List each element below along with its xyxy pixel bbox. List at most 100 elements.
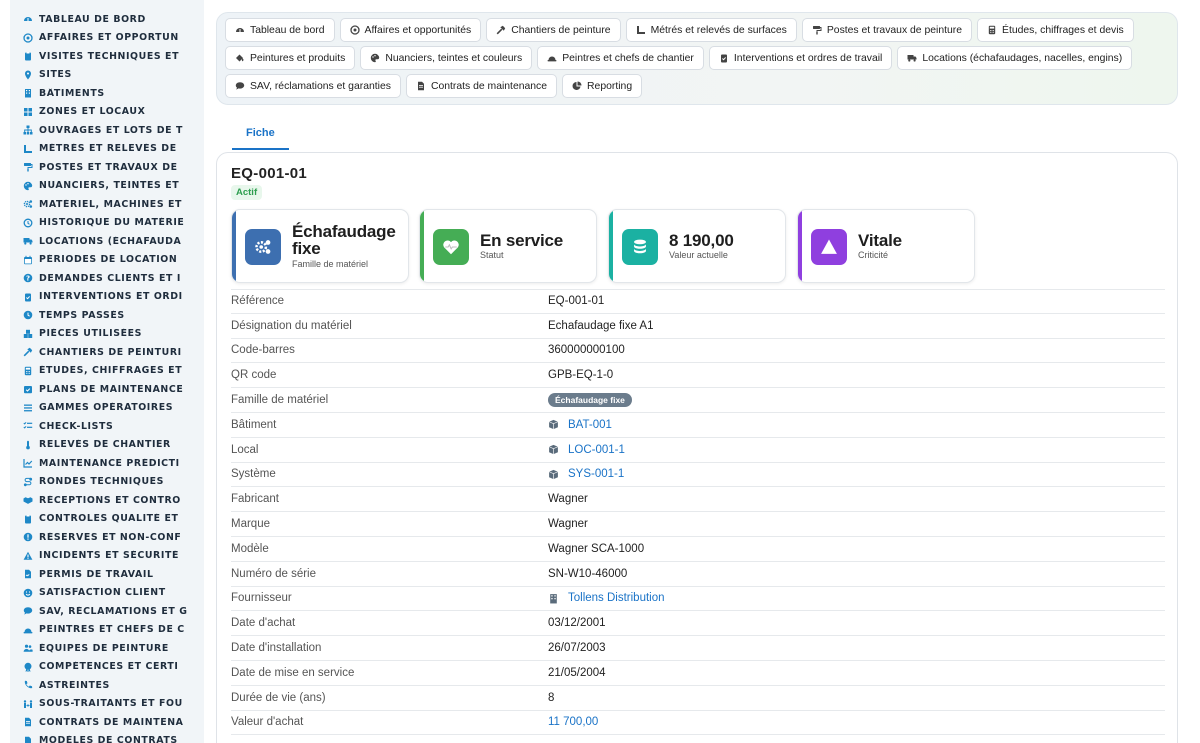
nav-button-postes-et-travaux-de-peinture[interactable]: Postes et travaux de peinture (801, 18, 973, 42)
phone-icon (23, 680, 33, 690)
sidebar-item-affaires-et-opportun[interactable]: AFFAIRES ET OPPORTUN (10, 29, 204, 48)
hammer-icon (496, 25, 511, 35)
field-row-duree-de-vie-ans: Durée de vie (ans) 8 (231, 686, 1165, 711)
sidebar-item-ouvrages-et-lots-de-t[interactable]: OUVRAGES ET LOTS DE T (10, 121, 204, 140)
sidebar-item-maintenance-predicti[interactable]: MAINTENANCE PRÉDICTI (10, 454, 204, 473)
hammer-icon (23, 347, 33, 357)
field-value: Échafaudage fixe (548, 393, 632, 408)
sidebar-item-historique-du-materie[interactable]: HISTORIQUE DU MATÉRIE (10, 214, 204, 233)
nav-button-sav-reclamations-et-garanties[interactable]: SAV, réclamations et garanties (225, 74, 401, 98)
sidebar-item-metres-et-releves-de[interactable]: MÉTRÉS ET RELEVÉS DE (10, 140, 204, 159)
sidebar-item-label: GAMMES OPÉRATOIRES (39, 402, 174, 414)
field-label: Local (231, 443, 259, 456)
sidebar-item-sous-traitants-et-fou[interactable]: SOUS-TRAITANTS ET FOU (10, 695, 204, 714)
field-value-link[interactable]: LOC-001-1 (548, 444, 625, 456)
sidebar-item-batiments[interactable]: BÂTIMENTS (10, 84, 204, 103)
truck-icon (23, 236, 33, 246)
sidebar-item-label: AFFAIRES ET OPPORTUN (39, 32, 179, 44)
record-title: EQ-001-01 (231, 165, 308, 182)
sidebar-item-chantiers-de-peinturi[interactable]: CHANTIERS DE PEINTURI (10, 343, 204, 362)
field-value-link[interactable]: 11 700,00 (548, 716, 598, 728)
kpi-accent-bar (420, 210, 424, 282)
field-value-link[interactable]: Tollens Distribution (548, 592, 665, 604)
sidebar-item-etudes-chiffrages-et[interactable]: ÉTUDES, CHIFFRAGES ET (10, 362, 204, 381)
paint-roller-icon (812, 25, 827, 35)
nav-button-label: Reporting (587, 80, 633, 92)
field-table: Référence EQ-001-01 Désignation du matérie… (231, 289, 1165, 736)
sidebar-item-tableau-de-bord[interactable]: TABLEAU DE BORD (10, 10, 204, 29)
sidebar-item-locations-echafauda[interactable]: LOCATIONS (ÉCHAFAUDA (10, 232, 204, 251)
link-text: Tollens Distribution (568, 592, 665, 605)
sidebar-item-plans-de-maintenance[interactable]: PLANS DE MAINTENANCE (10, 380, 204, 399)
nav-button-locations-echafaudages-nacelles-engins[interactable]: Locations (échafaudages, nacelles, engin… (897, 46, 1133, 70)
sidebar-item-incidents-et-securite[interactable]: INCIDENTS ET SÉCURITÉ (10, 547, 204, 566)
sidebar-item-rondes-techniques[interactable]: RONDES TECHNIQUES (10, 473, 204, 492)
sidebar-item-postes-et-travaux-de[interactable]: POSTES ET TRAVAUX DE (10, 158, 204, 177)
sidebar-item-satisfaction-client[interactable]: SATISFACTION CLIENT (10, 584, 204, 603)
field-label: Valeur d'achat (231, 716, 304, 729)
sidebar-item-sites[interactable]: SITES (10, 66, 204, 85)
sidebar-item-releves-de-chantier[interactable]: RELEVÉS DE CHANTIER (10, 436, 204, 455)
field-value-link[interactable]: BAT-001 (548, 419, 612, 431)
nav-button-etudes-chiffrages-et-devis[interactable]: Études, chiffrages et devis (977, 18, 1134, 42)
sidebar-item-label: MATÉRIEL, MACHINES ET (39, 198, 183, 210)
field-row-date-d-installation: Date d'installation 26/07/2003 (231, 636, 1165, 661)
sidebar-item-label: PLANS DE MAINTENANCE (39, 383, 184, 395)
sidebar-item-astreintes[interactable]: ASTREINTES (10, 676, 204, 695)
nav-button-metres-et-releves-de-surfaces[interactable]: Métrés et relevés de surfaces (625, 18, 797, 42)
field-value: 360000000100 (548, 344, 625, 357)
sidebar-item-label: RELEVÉS DE CHANTIER (39, 439, 171, 451)
sidebar-item-label: HISTORIQUE DU MATÉRIE (39, 217, 185, 229)
nav-button-chantiers-de-peinture[interactable]: Chantiers de peinture (486, 18, 621, 42)
field-row-famille-de-materiel: Famille de matériel Échafaudage fixe (231, 388, 1165, 413)
sidebar-item-contrats-de-maintena[interactable]: CONTRATS DE MAINTENA (10, 713, 204, 732)
sidebar-item-interventions-et-ordi[interactable]: INTERVENTIONS ET ORDI (10, 288, 204, 307)
field-row-code-barres: Code-barres 360000000100 (231, 339, 1165, 364)
sidebar-item-receptions-et-contro[interactable]: RÉCEPTIONS ET CONTRÔ (10, 491, 204, 510)
nav-button-label: Chantiers de peinture (511, 24, 611, 36)
nav-button-peintres-et-chefs-de-chantier[interactable]: Peintres et chefs de chantier (537, 46, 704, 70)
nav-button-contrats-de-maintenance[interactable]: Contrats de maintenance (405, 74, 558, 98)
nav-button-label: Locations (échafaudages, nacelles, engin… (922, 52, 1123, 64)
field-row-batiment: Bâtiment BAT-001 (231, 413, 1165, 438)
sidebar-item-pieces-utilisees[interactable]: PIÈCES UTILISÉES (10, 325, 204, 344)
sidebar-item-competences-et-certi[interactable]: COMPÉTENCES ET CERTI (10, 658, 204, 677)
sidebar-item-visites-techniques-et[interactable]: VISITES TECHNIQUES ET (10, 47, 204, 66)
sidebar-item-temps-passes[interactable]: TEMPS PASSÉS (10, 306, 204, 325)
field-label: Numéro de série (231, 567, 317, 580)
nav-button-label: SAV, réclamations et garanties (250, 80, 391, 92)
sidebar-item-nuanciers-teintes-et[interactable]: NUANCIERS, TEINTES ET (10, 177, 204, 196)
grid-icon (23, 107, 33, 117)
ruler-icon (23, 144, 33, 154)
sidebar-item-controles-qualite-et[interactable]: CONTRÔLES QUALITÉ ET (10, 510, 204, 529)
nav-button-peintures-et-produits[interactable]: Peintures et produits (225, 46, 356, 70)
nav-button-tableau-de-bord[interactable]: Tableau de bord (225, 18, 335, 42)
certificate-icon (23, 662, 33, 672)
sidebar-item-demandes-clients-et-i[interactable]: ? DEMANDES CLIENTS ET I (10, 269, 204, 288)
sidebar-list: TABLEAU DE BORD AFFAIRES ET OPPORTUN VISIT… (10, 0, 204, 743)
nav-button-affaires-et-opportunites[interactable]: Affaires et opportunités (339, 18, 482, 42)
sidebar-item-permis-de-travail[interactable]: PERMIS DE TRAVAIL (10, 565, 204, 584)
nav-button-nuanciers-teintes-et-couleurs[interactable]: Nuanciers, teintes et couleurs (360, 46, 533, 70)
sidebar-item-periodes-de-location[interactable]: PÉRIODES DE LOCATION (10, 251, 204, 270)
sidebar-item-check-lists[interactable]: CHECK-LISTS (10, 417, 204, 436)
sidebar-item-materiel-machines-et[interactable]: MATÉRIEL, MACHINES ET (10, 195, 204, 214)
sidebar-item-modeles-de-contrats[interactable]: MODÈLES DE CONTRATS (10, 732, 204, 743)
svg-text:?: ? (26, 275, 30, 283)
field-value: Wagner (548, 493, 588, 506)
sidebar-item-zones-et-locaux[interactable]: ZONES ET LOCAUX (10, 103, 204, 122)
field-value: 26/07/2003 (548, 642, 606, 655)
sidebar-item-equipes-de-peinture[interactable]: ÉQUIPES DE PEINTURE (10, 639, 204, 658)
sidebar-item-reserves-et-non-conf[interactable]: RÉSERVES ET NON-CONF (10, 528, 204, 547)
nav-row: Tableau de bord Affaires et opportunités C… (225, 18, 1169, 42)
sidebar-item-label: RONDES TECHNIQUES (39, 476, 165, 488)
sidebar-item-sav-reclamations-et-g[interactable]: SAV, RÉCLAMATIONS ET G (10, 602, 204, 621)
sidebar-item-gammes-operatoires[interactable]: GAMMES OPÉRATOIRES (10, 399, 204, 418)
nav-button-interventions-et-ordres-de-travail[interactable]: Interventions et ordres de travail (708, 46, 893, 70)
field-value-link[interactable]: SYS-001-1 (548, 468, 624, 480)
sidebar-item-peintres-et-chefs-de-c[interactable]: PEINTRES ET CHEFS DE C (10, 621, 204, 640)
tab-fiche[interactable]: Fiche (232, 120, 289, 150)
nav-button-reporting[interactable]: Reporting (562, 74, 643, 98)
sidebar: TABLEAU DE BORD AFFAIRES ET OPPORTUN VISIT… (10, 0, 204, 743)
users-icon (23, 643, 33, 653)
